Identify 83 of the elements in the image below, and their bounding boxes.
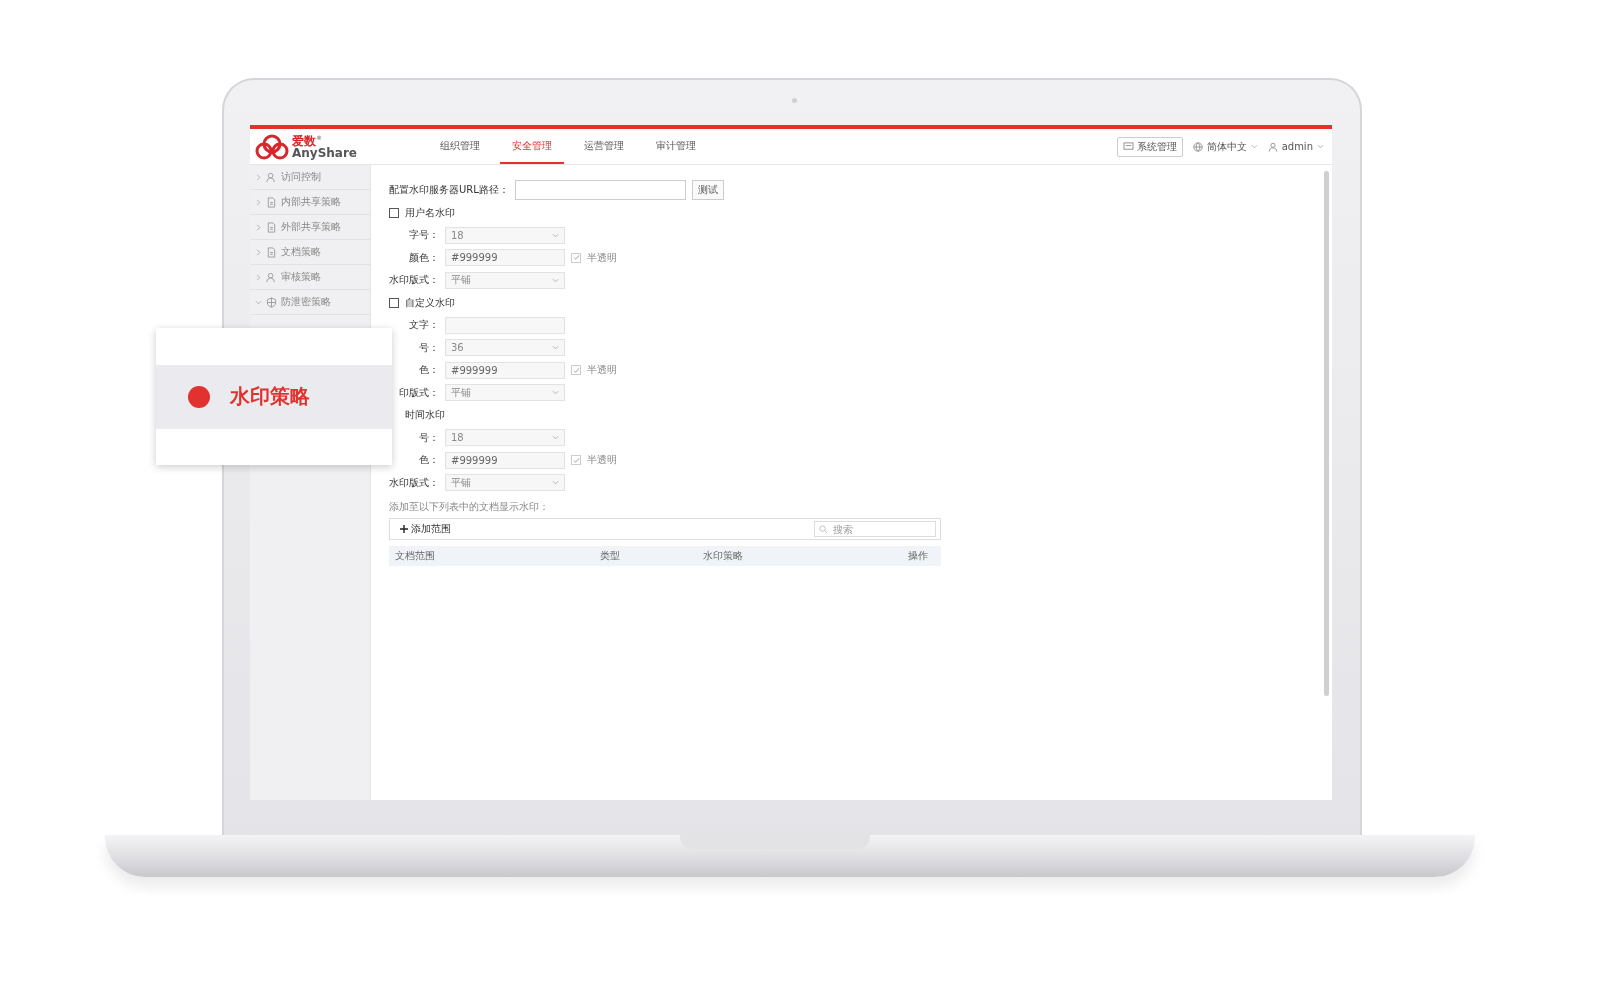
user-icon [266,171,277,183]
chevron-icon [552,276,559,284]
chevron-icon [255,223,262,231]
field-label: 印版式： [398,385,439,400]
sidebar-item[interactable]: 审核策略 [250,265,370,290]
document-icon [266,246,277,258]
field-label: 色： [418,453,439,468]
callout-label: 水印策略 [230,383,310,410]
select-field[interactable]: 18 [445,226,565,244]
checkbox[interactable] [389,207,399,218]
column-header: 文档范围 [395,549,436,563]
sidebar-item[interactable]: 防泄密策略 [250,290,370,315]
color-field[interactable]: #999999 [445,361,565,379]
logo-icon[interactable] [254,132,290,161]
option-label: 半透明 [587,363,617,378]
option-label: 半透明 [587,250,617,265]
url-label: 配置水印服务器URL路径： [389,183,509,198]
select-field[interactable]: 18 [445,429,565,447]
color-field[interactable]: #999999 [445,249,565,267]
hint-text: 添加至以下列表中的文档显示水印： [389,500,550,514]
select-field[interactable]: 平铺 [445,474,565,492]
brand-name: AnyShare [292,146,357,159]
column-header: 类型 [600,549,621,563]
section-label: 自定义水印 [405,295,455,310]
user-icon [1267,141,1278,152]
sidebar-item[interactable]: 访问控制 [250,165,370,190]
nav-tab[interactable]: 运营管理 [572,129,636,164]
nav-tab[interactable]: 组织管理 [428,129,492,164]
chevron-icon [255,173,262,181]
field-label: 字号： [408,228,439,243]
section-label: 用户名水印 [405,205,455,220]
field-label: 号： [418,340,439,355]
chevron-icon [255,273,262,281]
add-scope-button[interactable]: 添加范围 [400,522,451,536]
column-header: 操作 [908,549,929,563]
field-label: 文字： [408,318,439,333]
option-label: 半透明 [587,453,617,468]
test-button[interactable]: 测试 [691,180,724,201]
scrollbar[interactable] [1324,171,1329,696]
field-label: 色： [418,363,439,378]
chevron-icon [255,298,262,306]
sidebar-item[interactable]: 内部共享策略 [250,190,370,215]
field-label: 号： [418,430,439,445]
globe-icon [1192,141,1203,152]
chevron-icon [1317,143,1324,150]
chevron-icon [552,479,559,487]
document-icon [266,221,277,233]
chevron-icon [552,434,559,442]
language-selector[interactable]: 简体中文 [1206,139,1247,154]
nav-tab[interactable]: 审计管理 [644,129,708,164]
select-field[interactable]: 平铺 [445,271,565,289]
url-input[interactable] [514,180,686,201]
chevron-icon [552,344,559,352]
plus-icon [400,525,408,533]
field-label: 水印版式： [389,475,439,490]
chevron-icon [255,248,262,256]
shield-icon [266,296,277,308]
checkbox[interactable] [389,297,399,308]
field-label: 颜色： [408,250,439,265]
select-field[interactable]: 平铺 [445,384,565,402]
nav-tab[interactable]: 安全管理 [500,129,564,164]
search-field[interactable]: 搜索 [814,521,936,537]
chevron-icon [552,389,559,397]
text-field[interactable] [445,316,565,334]
document-icon [266,196,277,208]
sidebar-item[interactable]: 外部共享策略 [250,215,370,240]
brand-name: 爱数$^{®}$ [292,134,322,147]
user-menu[interactable]: admin [1281,141,1313,152]
section-label: 时间水印 [405,408,445,423]
chevron-icon [552,231,559,239]
user-icon [266,271,277,283]
system-button[interactable]: 系统管理 [1116,136,1183,157]
sidebar-item[interactable]: 文档策略 [250,240,370,265]
select-field[interactable]: 36 [445,339,565,357]
color-field[interactable]: #999999 [445,451,565,469]
chevron-icon [255,198,262,206]
field-label: 水印版式： [389,273,439,288]
bullet-dot [188,385,210,408]
column-header: 水印策略 [703,549,744,563]
camera-dot [792,98,797,103]
chevron-icon [1250,143,1258,150]
search-icon [819,525,828,534]
monitor-icon [1122,142,1134,151]
